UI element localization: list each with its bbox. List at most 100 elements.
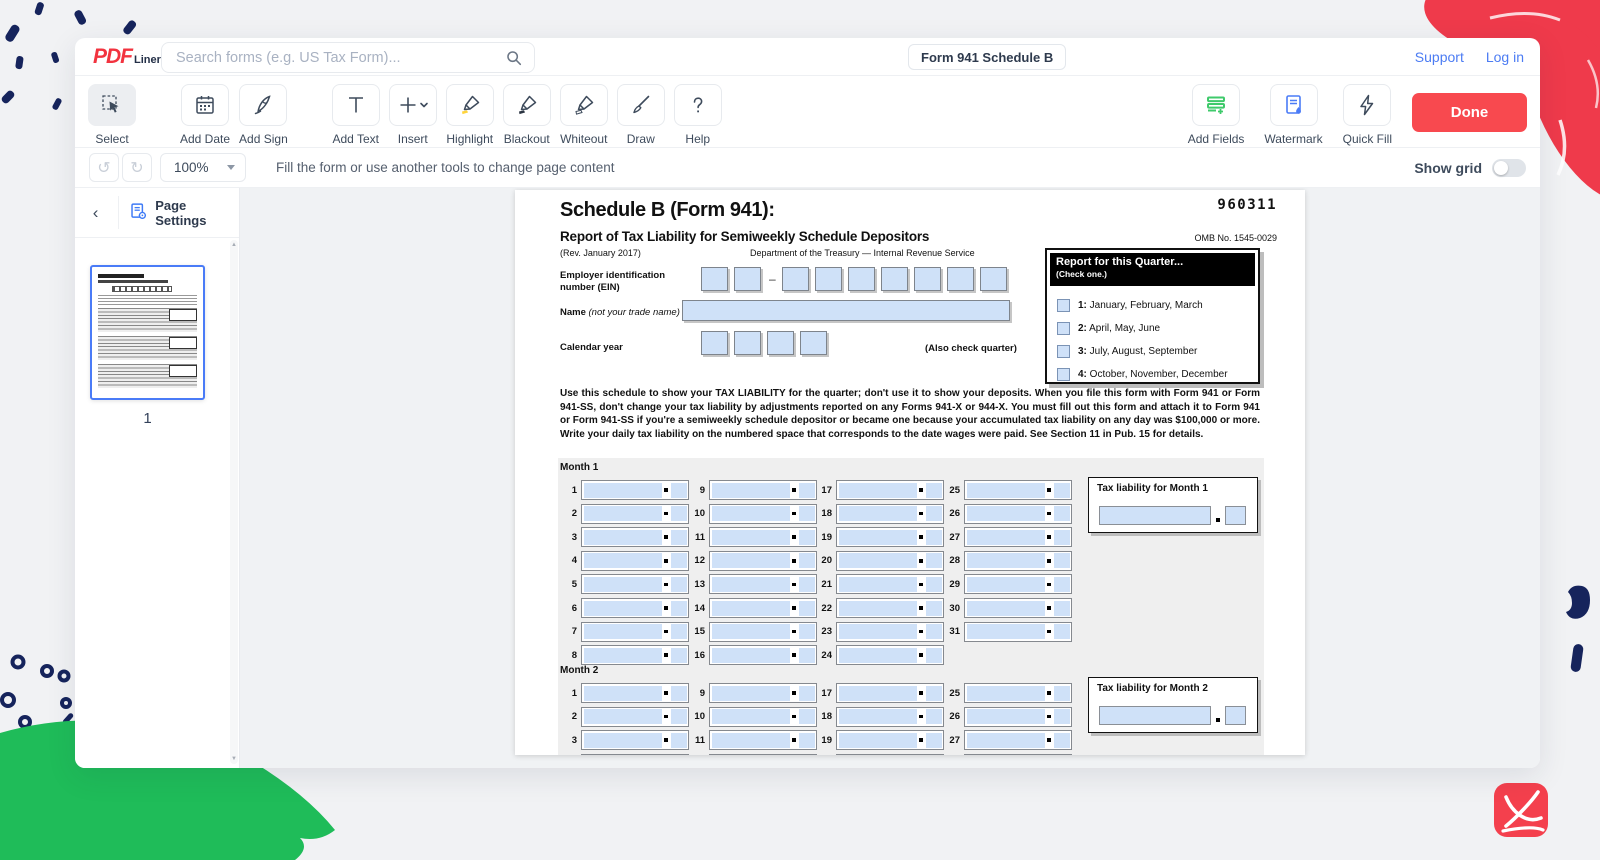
login-link[interactable]: Log in (1486, 49, 1524, 65)
calendar-year-box[interactable] (767, 331, 794, 355)
day-amount-input[interactable] (581, 754, 689, 755)
day-amount-input[interactable] (964, 551, 1072, 571)
day-amount-input[interactable] (709, 574, 817, 594)
quarter-checkbox-4[interactable] (1057, 368, 1070, 381)
day-amount-input[interactable] (836, 622, 944, 642)
calendar-year-box[interactable] (701, 331, 728, 355)
tool-quick-fill[interactable]: Quick Fill (1343, 84, 1392, 146)
day-amount-input[interactable] (836, 598, 944, 618)
tool-insert[interactable]: Insert (389, 84, 437, 146)
day-amount-input[interactable] (709, 504, 817, 524)
page-thumbnail[interactable] (90, 265, 205, 400)
day-amount-input[interactable] (836, 574, 944, 594)
day-amount-input[interactable] (581, 551, 689, 571)
day-amount-input[interactable] (709, 730, 817, 750)
day-amount-input[interactable] (581, 504, 689, 524)
search-input[interactable] (162, 50, 505, 66)
day-amount-input[interactable] (581, 622, 689, 642)
tool-draw[interactable]: Draw (617, 84, 665, 146)
sidebar-scrollbar[interactable]: ▲ ▼ (230, 240, 238, 764)
ein-box[interactable] (782, 267, 809, 291)
zoom-select[interactable]: 100% (160, 153, 246, 182)
tool-add-fields[interactable]: Add Fields (1188, 84, 1245, 146)
day-amount-input[interactable] (581, 527, 689, 547)
day-amount-input[interactable] (709, 707, 817, 727)
quarter-checkbox-3[interactable] (1057, 345, 1070, 358)
day-amount-input[interactable] (581, 683, 689, 703)
ein-box[interactable] (881, 267, 908, 291)
tool-highlight[interactable]: Highlight (446, 84, 494, 146)
day-amount-input[interactable] (964, 683, 1072, 703)
day-amount-input[interactable] (709, 754, 817, 755)
day-amount-input[interactable] (836, 707, 944, 727)
day-amount-input[interactable] (964, 707, 1072, 727)
day-amount-input[interactable] (709, 551, 817, 571)
tool-blackout[interactable]: Blackout (503, 84, 551, 146)
day-amount-input[interactable] (836, 480, 944, 500)
day-amount-input[interactable] (836, 730, 944, 750)
day-amount-input[interactable] (581, 574, 689, 594)
day-amount-input[interactable] (709, 645, 817, 665)
tax-cents-input[interactable] (1225, 506, 1246, 525)
tax-amount-input[interactable] (1099, 506, 1211, 525)
ein-box[interactable] (734, 267, 761, 291)
tool-help[interactable]: Help (674, 84, 722, 146)
day-amount-input[interactable] (581, 707, 689, 727)
ein-box[interactable] (980, 267, 1007, 291)
day-amount-input[interactable] (836, 645, 944, 665)
quarter-checkbox-1[interactable] (1057, 299, 1070, 312)
show-grid-toggle[interactable] (1492, 159, 1526, 177)
quarter-checkbox-2[interactable] (1057, 322, 1070, 335)
tax-amount-input[interactable] (1099, 706, 1211, 725)
calendar-year-box[interactable] (800, 331, 827, 355)
tool-add-date[interactable]: Add Date (180, 84, 230, 146)
day-amount-input[interactable] (709, 683, 817, 703)
amount-cents-area (671, 733, 687, 748)
day-amount-input[interactable] (581, 598, 689, 618)
scroll-up-icon[interactable]: ▲ (230, 242, 238, 248)
day-amount-input[interactable] (836, 683, 944, 703)
amount-cents-area (1054, 624, 1070, 639)
ein-box[interactable] (947, 267, 974, 291)
ein-box[interactable] (701, 267, 728, 291)
name-input[interactable] (682, 300, 1010, 321)
day-amount-input[interactable] (836, 527, 944, 547)
day-amount-input[interactable] (964, 504, 1072, 524)
day-amount-input[interactable] (709, 598, 817, 618)
day-amount-input[interactable] (964, 574, 1072, 594)
page-settings-button[interactable]: Page Settings (129, 198, 239, 228)
day-amount-input[interactable] (836, 504, 944, 524)
scroll-down-icon[interactable]: ▼ (230, 756, 238, 762)
redo-button[interactable]: ↻ (122, 153, 152, 182)
ein-box[interactable] (914, 267, 941, 291)
day-amount-input[interactable] (964, 598, 1072, 618)
ein-box[interactable] (848, 267, 875, 291)
day-amount-input[interactable] (581, 730, 689, 750)
search-icon[interactable] (505, 49, 522, 66)
done-button[interactable]: Done (1412, 93, 1527, 132)
day-amount-input[interactable] (709, 480, 817, 500)
day-amount-input[interactable] (836, 551, 944, 571)
pdfliner-logo[interactable]: PDFLiner (93, 45, 161, 69)
day-amount-input[interactable] (709, 622, 817, 642)
day-amount-input[interactable] (836, 754, 944, 755)
tax-cents-input[interactable] (1225, 706, 1246, 725)
day-amount-input[interactable] (581, 645, 689, 665)
collapse-sidebar-button[interactable]: ‹ (75, 203, 116, 223)
calendar-year-box[interactable] (734, 331, 761, 355)
ein-box[interactable] (815, 267, 842, 291)
day-amount-input[interactable] (964, 622, 1072, 642)
support-link[interactable]: Support (1415, 49, 1464, 65)
undo-button[interactable]: ↺ (89, 153, 119, 182)
tool-whiteout[interactable]: Whiteout (560, 84, 608, 146)
day-amount-input[interactable] (964, 480, 1072, 500)
day-amount-input[interactable] (581, 480, 689, 500)
tool-add-text[interactable]: Add Text (332, 84, 380, 146)
day-amount-input[interactable] (709, 527, 817, 547)
day-amount-input[interactable] (964, 754, 1072, 755)
tool-add-sign[interactable]: Add Sign (239, 84, 288, 146)
day-amount-input[interactable] (964, 527, 1072, 547)
tool-select[interactable]: Select (88, 84, 136, 146)
tool-watermark[interactable]: Watermark (1264, 84, 1322, 146)
day-amount-input[interactable] (964, 730, 1072, 750)
